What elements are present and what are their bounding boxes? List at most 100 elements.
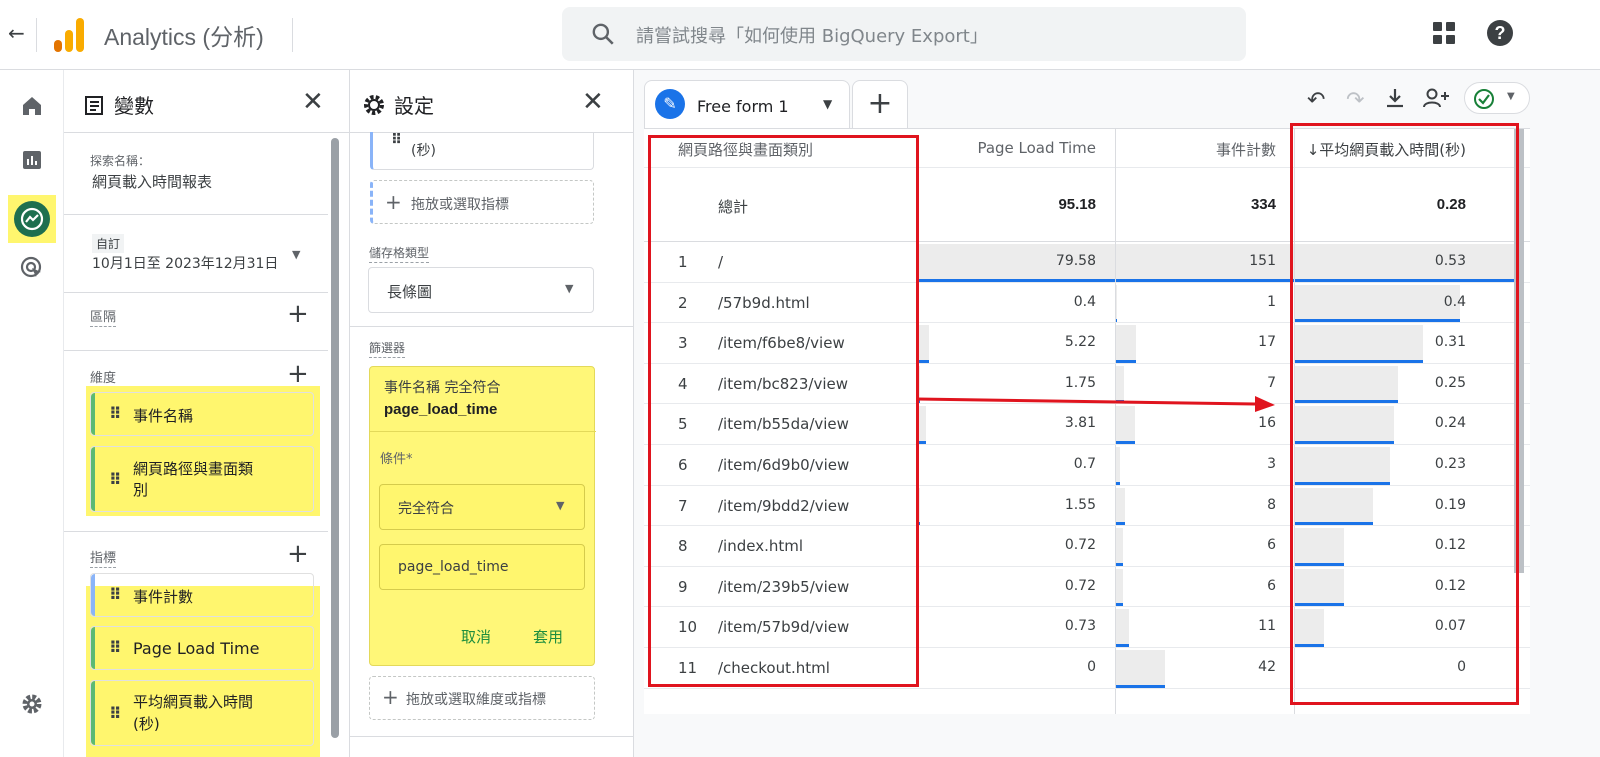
column-header-event-count[interactable]: 事件計數 bbox=[1216, 139, 1276, 160]
scrollbar[interactable] bbox=[331, 138, 339, 738]
back-arrow-icon[interactable]: ← bbox=[8, 20, 32, 46]
bar-fill-event-count bbox=[1116, 325, 1137, 362]
top-bar: ← Analytics (分析) 請嘗試搜尋「如何使用 BigQuery Exp… bbox=[0, 0, 1600, 70]
cell-page-load-time: 79.58 bbox=[1055, 253, 1096, 269]
share-user-icon[interactable] bbox=[1421, 86, 1451, 116]
bar-fill-event-count bbox=[1116, 487, 1126, 525]
cell-event-count: 3 bbox=[1267, 456, 1276, 472]
search-icon bbox=[592, 23, 614, 45]
variables-panel: 變數 ✕ 探索名稱： 網頁載入時間報表 自訂 10月1日至 2023年12月31… bbox=[64, 70, 350, 757]
date-tag: 自訂 bbox=[92, 234, 125, 253]
bar-fill-event-count bbox=[1116, 609, 1129, 646]
analytics-logo[interactable] bbox=[52, 16, 86, 52]
bar-fill-event-count bbox=[1116, 568, 1124, 606]
close-icon[interactable]: ✕ bbox=[302, 89, 324, 115]
metric-chip[interactable]: ⠿ 事件計數 bbox=[90, 573, 314, 617]
cell-event-count: 151 bbox=[1249, 253, 1276, 269]
plus-icon: + bbox=[382, 685, 399, 709]
variables-header: 變數 bbox=[84, 90, 154, 119]
cell-event-count: 6 bbox=[1267, 577, 1276, 594]
cell-page-load-time: 0 bbox=[1087, 659, 1096, 675]
explore-icon bbox=[14, 201, 50, 237]
metric-item[interactable]: ⠿ (秒) bbox=[370, 132, 594, 170]
drop-dimension-metric-zone[interactable]: + 拖放或選取維度或指標 bbox=[369, 676, 595, 720]
search-box[interactable]: 請嘗試搜尋「如何使用 BigQuery Export」 bbox=[562, 7, 1246, 61]
chevron-down-icon: ▼ bbox=[1507, 91, 1515, 102]
condition-value-input[interactable]: page_load_time bbox=[379, 544, 585, 590]
dimensions-label: 維度 bbox=[90, 367, 117, 388]
filter-value: page_load_time bbox=[384, 401, 498, 418]
apps-grid-icon[interactable] bbox=[1433, 22, 1455, 44]
metric-chip[interactable]: ⠿ Page Load Time bbox=[90, 626, 314, 670]
drag-handle-icon[interactable]: ⠿ bbox=[391, 132, 402, 148]
add-dimension-button[interactable]: + bbox=[287, 361, 309, 387]
chevron-down-icon[interactable]: ▼ bbox=[292, 248, 300, 261]
condition-select[interactable]: 完全符合 ▼ bbox=[379, 484, 585, 530]
filter-title: 事件名稱 完全符合 bbox=[384, 380, 501, 396]
divider bbox=[36, 18, 37, 52]
cell-page-load-time: 0.7 bbox=[1073, 456, 1096, 472]
cell-page-load-time: 0.73 bbox=[1064, 618, 1096, 635]
advertising-icon[interactable] bbox=[12, 248, 52, 288]
gear-icon[interactable] bbox=[12, 684, 52, 724]
bar-fill-event-count bbox=[1116, 447, 1120, 484]
filter-card[interactable]: 事件名稱 完全符合 page_load_time 條件* 完全符合 ▼ page… bbox=[369, 366, 596, 666]
chevron-down-icon: ▼ bbox=[565, 282, 574, 295]
cell-event-count: 17 bbox=[1258, 334, 1276, 351]
drag-handle-icon[interactable]: ⠿ bbox=[109, 638, 121, 657]
cell-type-select[interactable]: 長條圖 ▼ bbox=[368, 267, 594, 313]
apply-button[interactable]: 套用 bbox=[533, 626, 563, 647]
divider bbox=[292, 18, 293, 52]
add-tab-button[interactable]: + bbox=[852, 80, 908, 128]
download-icon[interactable] bbox=[1384, 86, 1406, 116]
reports-icon[interactable] bbox=[12, 140, 52, 180]
save-status-dropdown[interactable]: ▼ bbox=[1464, 82, 1530, 114]
home-icon[interactable] bbox=[12, 86, 52, 126]
bar-fill-event-count bbox=[1116, 528, 1124, 565]
cell-page-load-time: 5.22 bbox=[1064, 334, 1096, 351]
settings-title: 設定 bbox=[394, 94, 434, 118]
explore-nav-item[interactable] bbox=[8, 195, 56, 243]
column-header-page-load-time[interactable]: Page Load Time bbox=[977, 139, 1096, 157]
cell-page-load-time: 0.4 bbox=[1073, 293, 1096, 310]
drag-handle-icon[interactable]: ⠿ bbox=[109, 470, 121, 489]
tab-name: Free form 1 bbox=[697, 97, 789, 116]
total-page-load-time: 95.18 bbox=[1058, 196, 1096, 213]
add-segment-button[interactable]: + bbox=[287, 301, 309, 327]
cell-page-load-time: 1.55 bbox=[1064, 496, 1096, 513]
cell-event-count: 1 bbox=[1267, 293, 1276, 310]
date-range[interactable]: 10月1日至 2023年12月31日 bbox=[92, 253, 278, 273]
dimension-chip[interactable]: ⠿ 網頁路徑與畫面類 別 bbox=[90, 446, 314, 512]
redo-icon[interactable]: ↷ bbox=[1346, 88, 1364, 113]
exploration-name[interactable]: 網頁載入時間報表 bbox=[92, 171, 212, 192]
cell-event-count: 8 bbox=[1267, 496, 1276, 513]
plus-icon: + bbox=[385, 190, 402, 214]
dimension-chip[interactable]: ⠿ 事件名稱 bbox=[90, 392, 314, 436]
highlight-box bbox=[1290, 123, 1519, 705]
chevron-down-icon[interactable]: ▼ bbox=[823, 97, 832, 111]
add-metric-button[interactable]: + bbox=[287, 541, 309, 567]
cell-event-count: 7 bbox=[1267, 374, 1276, 391]
settings-header: 設定 bbox=[362, 90, 434, 119]
bar-fill-event-count bbox=[1116, 284, 1118, 322]
cell-page-load-time: 3.81 bbox=[1064, 415, 1096, 432]
variables-icon bbox=[85, 95, 103, 115]
pencil-icon[interactable]: ✎ bbox=[655, 89, 685, 119]
drop-metric-zone[interactable]: + 拖放或選取指標 bbox=[370, 180, 594, 224]
condition-label: 條件* bbox=[380, 452, 413, 467]
variables-title: 變數 bbox=[114, 94, 154, 118]
segments-label: 區隔 bbox=[90, 306, 117, 327]
drag-handle-icon[interactable]: ⠿ bbox=[109, 585, 121, 604]
drag-handle-icon[interactable]: ⠿ bbox=[109, 704, 121, 723]
undo-icon[interactable]: ↶ bbox=[1307, 88, 1325, 113]
metric-chip[interactable]: ⠿ 平均網頁載入時間 (秒) bbox=[90, 680, 314, 746]
help-icon[interactable]: ? bbox=[1487, 20, 1513, 46]
tab-free-form[interactable]: ✎ Free form 1 ▼ bbox=[644, 80, 850, 128]
check-circle-icon bbox=[1474, 89, 1494, 109]
cell-event-count: 11 bbox=[1258, 618, 1276, 635]
drag-handle-icon[interactable]: ⠿ bbox=[109, 404, 121, 423]
cell-page-load-time: 1.75 bbox=[1064, 374, 1096, 391]
gear-icon bbox=[364, 94, 384, 115]
cancel-button[interactable]: 取消 bbox=[461, 626, 491, 647]
close-icon[interactable]: ✕ bbox=[582, 89, 604, 115]
